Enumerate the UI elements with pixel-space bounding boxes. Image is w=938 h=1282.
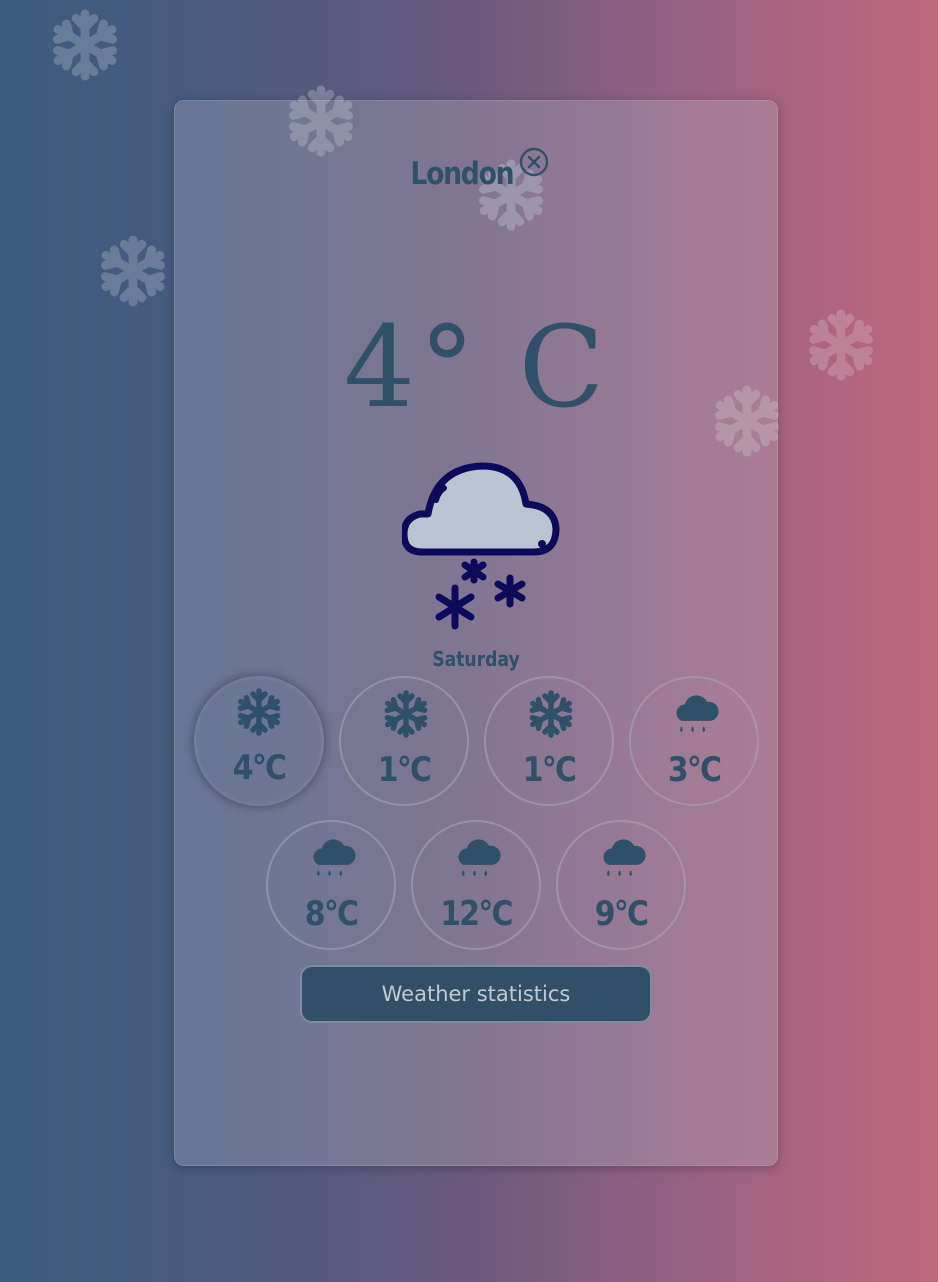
- forecast-temperature: 1°C: [377, 750, 432, 790]
- city-header: London: [174, 147, 778, 194]
- forecast-day-6[interactable]: 12°C: [411, 820, 541, 950]
- forecast-temperature: 12°C: [440, 894, 513, 934]
- rain-cloud-icon: [313, 839, 356, 877]
- forecast-day-1[interactable]: 4°C: [194, 676, 324, 806]
- rain-cloud-icon: [458, 839, 501, 877]
- snowflake-icon: [96, 234, 170, 308]
- forecast-temperature: 4°C: [232, 748, 287, 788]
- forecast-day-4[interactable]: 3°C: [629, 676, 759, 806]
- current-temperature: 4° C: [343, 303, 609, 433]
- rain-cloud-icon: [603, 839, 646, 877]
- day-label: Saturday: [432, 647, 520, 671]
- forecast-day-7[interactable]: 9°C: [556, 820, 686, 950]
- forecast-day-5[interactable]: 8°C: [266, 820, 396, 950]
- forecast-temperature: 3°C: [667, 750, 722, 790]
- snowflake-icon: [48, 8, 122, 82]
- cloud-snow-icon: [402, 462, 560, 630]
- snowflake-icon: [804, 308, 878, 382]
- rain-cloud-icon: [676, 695, 719, 733]
- snowflake-icon: [234, 686, 284, 738]
- close-icon[interactable]: [518, 146, 550, 178]
- forecast-day-3[interactable]: 1°C: [484, 676, 614, 806]
- snowflake-icon: [381, 688, 431, 740]
- forecast-temperature: 1°C: [522, 750, 577, 790]
- forecast-temperature: 8°C: [304, 894, 359, 934]
- weather-card: London 4° C Saturday 4°C 1°C 1°C 3°C 8°C…: [174, 100, 778, 1166]
- city-name: London: [410, 156, 515, 192]
- forecast-temperature: 9°C: [594, 894, 649, 934]
- forecast-day-2[interactable]: 1°C: [339, 676, 469, 806]
- weather-statistics-button[interactable]: Weather statistics: [300, 965, 652, 1023]
- snowflake-icon: [526, 688, 576, 740]
